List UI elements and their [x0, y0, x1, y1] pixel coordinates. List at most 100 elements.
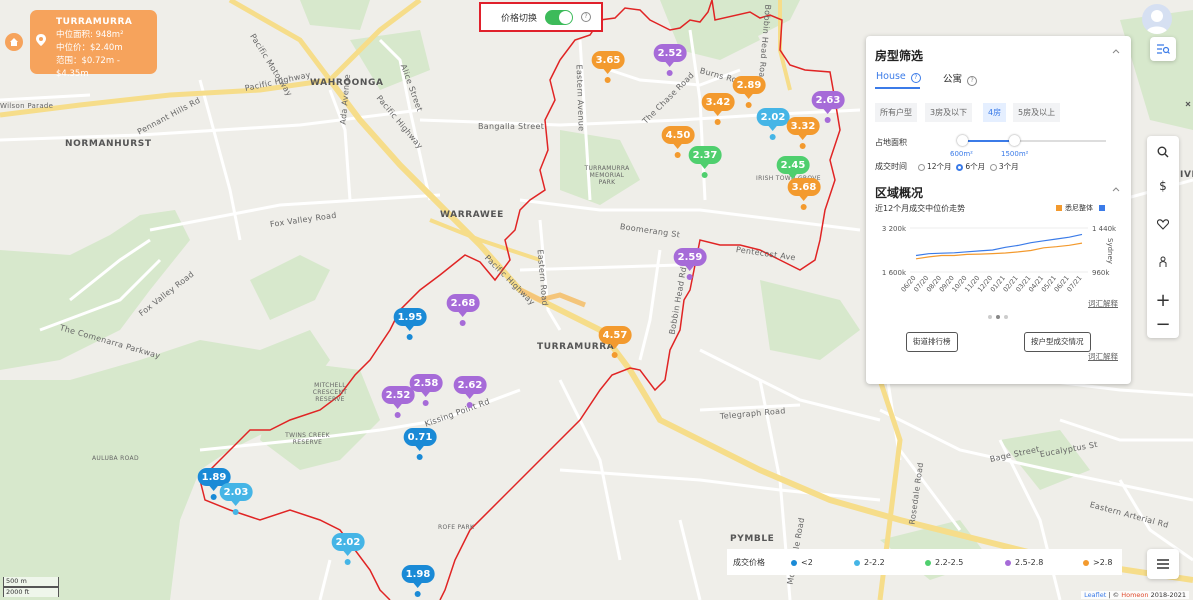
land-area-label: 占地面积 — [875, 138, 907, 147]
price-marker[interactable]: 1.98 — [401, 565, 435, 597]
period-6m[interactable]: 6个月 — [956, 162, 985, 171]
period-3m[interactable]: 3个月 — [989, 162, 1019, 171]
search-button[interactable] — [1147, 136, 1179, 168]
marker-dot — [702, 172, 708, 178]
type-sales-button[interactable]: 按户型成交情况 — [1024, 332, 1091, 352]
marker-dot — [825, 117, 831, 123]
tab-unit[interactable]: 公寓 ? — [943, 71, 978, 86]
price-marker[interactable]: 3.42 — [701, 93, 735, 125]
median-area: 中位面积: 948m² — [56, 30, 124, 40]
glossary-link-2[interactable]: 词汇解释 — [1088, 351, 1118, 362]
favorite-button[interactable] — [1147, 208, 1179, 240]
marker-value: 2.58 — [409, 374, 443, 397]
left-tick-label: 1 600k — [882, 269, 907, 277]
close-panel-icon[interactable] — [1185, 100, 1191, 112]
chip-5-plus[interactable]: 5房及以上 — [1013, 103, 1061, 122]
street-ranking-button[interactable]: 街道排行榜 — [906, 332, 958, 352]
street-view-icon — [1159, 256, 1167, 267]
series-line — [915, 233, 1083, 257]
slider-max-handle[interactable] — [1009, 135, 1020, 146]
price-marker[interactable]: 2.68 — [446, 294, 480, 326]
price-marker[interactable]: 2.58 — [409, 374, 443, 406]
location-pin-icon — [36, 34, 46, 46]
label-mitchell-reserve: MITCHELL CRESCENT RESERVE — [312, 382, 348, 403]
glossary-link-1[interactable]: 词汇解释 — [1088, 298, 1118, 309]
marker-dot — [395, 412, 401, 418]
price-marker[interactable]: 2.02 — [331, 533, 365, 565]
marker-value: 2.68 — [446, 294, 480, 317]
price-marker[interactable]: 2.62 — [453, 376, 487, 408]
price-marker[interactable]: 2.37 — [688, 146, 722, 178]
chip-all[interactable]: 所有户型 — [875, 103, 917, 122]
label-rofe-park: ROFE PARK — [438, 524, 475, 531]
marker-value: 2.63 — [811, 91, 845, 114]
marker-value: 2.62 — [453, 376, 487, 399]
list-search-button[interactable] — [1150, 37, 1176, 61]
legend-item: >2.8 — [1083, 558, 1112, 567]
dollar-icon: $ — [1159, 179, 1167, 193]
marker-value: 4.50 — [661, 126, 695, 149]
suburb-info-card: TURRAMURRA 中位面积: 948m² 中位价：$2.40m 范围：$0.… — [30, 10, 157, 79]
marker-value: 1.98 — [401, 565, 435, 588]
marker-value: 2.02 — [331, 533, 365, 556]
price-marker[interactable]: 4.57 — [598, 326, 632, 358]
chip-3-or-less[interactable]: 3房及以下 — [925, 103, 973, 122]
chevron-up-icon[interactable] — [1112, 48, 1120, 54]
marker-dot — [407, 334, 413, 340]
price-marker[interactable]: 3.32 — [786, 117, 820, 149]
street-view-button[interactable] — [1147, 246, 1179, 278]
label-twins-creek: TWINS CREEK RESERVE — [285, 432, 330, 446]
menu-button[interactable] — [1147, 549, 1179, 579]
price-toggle-switch[interactable] — [545, 9, 574, 25]
marker-value: 3.65 — [591, 51, 625, 74]
price-button[interactable]: $ — [1147, 170, 1179, 202]
marker-dot — [746, 102, 752, 108]
suburb-name: TURRAMURRA — [56, 17, 133, 27]
price-marker[interactable]: 2.03 — [219, 483, 253, 515]
hamburger-icon — [1157, 559, 1169, 569]
price-marker[interactable]: 2.89 — [732, 76, 766, 108]
median-price: 中位价：$2.40m — [56, 43, 123, 53]
slider-max-value: 1500m² — [1001, 150, 1029, 158]
period-options: 12个月 6个月 3个月 — [918, 161, 1019, 172]
user-avatar[interactable] — [1142, 4, 1172, 34]
marker-dot — [345, 559, 351, 565]
marker-value: 2.02 — [756, 108, 790, 131]
price-marker[interactable]: 1.95 — [393, 308, 427, 340]
slider-min-handle[interactable] — [957, 135, 968, 146]
marker-value: 2.45 — [776, 156, 810, 179]
chip-4[interactable]: 4房 — [983, 103, 1007, 122]
homeon-link[interactable]: Homeon — [1121, 591, 1148, 599]
chevron-up-icon[interactable] — [1112, 186, 1120, 192]
chart-legend: 悉尼整体 — [1056, 203, 1105, 213]
label-pymble: PYMBLE — [730, 534, 775, 544]
price-marker[interactable]: 2.52 — [381, 386, 415, 418]
zoom-out-button[interactable]: − — [1147, 308, 1179, 340]
marker-dot — [605, 77, 611, 83]
right-tick-label: 1 440k — [1092, 225, 1117, 233]
price-marker[interactable]: 2.59 — [673, 248, 707, 280]
region-title: 区域概况 — [875, 186, 924, 200]
home-button[interactable] — [5, 33, 23, 51]
marker-value: 2.59 — [673, 248, 707, 271]
price-marker[interactable]: 0.71 — [403, 428, 437, 460]
marker-value: 3.32 — [786, 117, 820, 140]
price-marker[interactable]: 3.68 — [787, 178, 821, 210]
price-marker[interactable]: 3.65 — [591, 51, 625, 83]
legend-item: <2 — [791, 558, 813, 567]
period-12m[interactable]: 12个月 — [918, 162, 952, 171]
label-turramurra-park: TURRAMURRA MEMORIAL PARK — [584, 165, 630, 186]
search-icon — [1157, 146, 1169, 158]
price-marker[interactable]: 2.52 — [653, 44, 687, 76]
carousel-dots[interactable] — [988, 315, 1008, 319]
leaflet-link[interactable]: Leaflet — [1084, 591, 1106, 599]
help-icon[interactable]: ? — [581, 12, 592, 22]
tab-house[interactable]: House ? — [876, 71, 921, 83]
price-marker[interactable]: 2.02 — [756, 108, 790, 140]
tab-underline — [875, 87, 920, 89]
chart-caption: 近12个月成交中位价走势 — [875, 204, 966, 213]
marker-dot — [800, 143, 806, 149]
marker-dot — [687, 274, 693, 280]
label-normanhurst: NORMANHURST — [65, 139, 152, 149]
marker-dot — [467, 402, 473, 408]
